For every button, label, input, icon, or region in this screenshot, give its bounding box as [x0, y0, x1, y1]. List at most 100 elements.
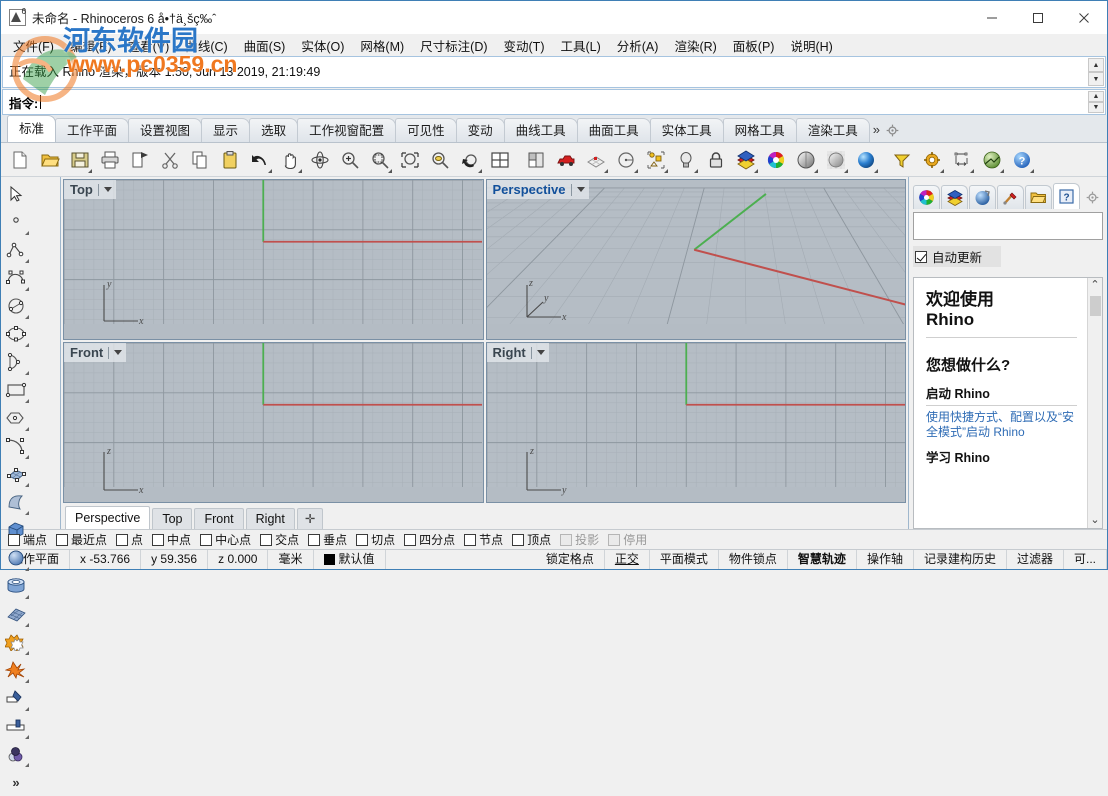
circle-icon[interactable] [1, 292, 31, 320]
checkbox-box[interactable] [260, 533, 273, 546]
open-folder-icon[interactable] [35, 145, 65, 175]
scroll-down-icon[interactable]: ▼ [1088, 102, 1104, 113]
status-toggle-smarttrack[interactable]: 智慧轨迹 [788, 550, 857, 569]
color-wheel-icon[interactable] [761, 145, 791, 175]
explode-icon[interactable] [1, 656, 31, 684]
free-form-curve-icon[interactable] [1, 432, 31, 460]
menu-solid[interactable]: 实体(O) [293, 33, 352, 58]
scroll-up-icon[interactable]: ▲ [1088, 91, 1104, 102]
tab-visibility[interactable]: 可见性 [395, 118, 457, 142]
zoom-window-icon[interactable] [365, 145, 395, 175]
status-toggle-filter[interactable]: 过滤器 [1007, 550, 1064, 569]
osnap-knot[interactable]: 节点 [461, 531, 506, 548]
osnap-perp[interactable]: 垂点 [305, 531, 350, 548]
curve-interpolate-icon[interactable] [1, 264, 31, 292]
car-render-icon[interactable] [551, 145, 581, 175]
checkbox-box[interactable] [608, 533, 621, 546]
ellipse-icon[interactable] [1, 320, 31, 348]
panel-tab-paintbrush-icon[interactable] [997, 185, 1024, 209]
zoom-extents-icon[interactable] [395, 145, 425, 175]
scroll-up-icon[interactable]: ▲ [1088, 58, 1104, 72]
render-material-icon[interactable] [1, 740, 31, 768]
scroll-down-icon[interactable]: ⌄ [1090, 513, 1099, 528]
panel-tab-layers-icon[interactable] [941, 185, 968, 209]
help-search-input[interactable] [913, 212, 1103, 240]
extrude-surface-icon[interactable] [1, 488, 31, 516]
circle-tool-icon[interactable] [611, 145, 641, 175]
viewport-tab-perspective[interactable]: Perspective [65, 506, 151, 529]
checkbox-box[interactable] [404, 533, 417, 546]
osnap-near[interactable]: 最近点 [53, 531, 110, 548]
menu-render[interactable]: 渲染(R) [666, 33, 724, 58]
arc-icon[interactable] [1, 348, 31, 376]
zoom-previous-icon[interactable] [455, 145, 485, 175]
osnap-project[interactable]: 投影 [557, 531, 602, 548]
command-line-scrollbar[interactable]: ▲ ▼ [1088, 91, 1104, 113]
panel-tab-material-sphere-icon[interactable] [969, 185, 996, 209]
rotate-view-icon[interactable] [305, 145, 335, 175]
viewport-front[interactable]: Front z x [63, 342, 484, 503]
tab-curve-tools[interactable]: 曲线工具 [503, 118, 578, 142]
minimize-button[interactable] [969, 1, 1015, 34]
auto-update-checkbox[interactable]: 自动更新 [913, 246, 1001, 267]
paste-icon[interactable] [215, 145, 245, 175]
copy-icon[interactable] [185, 145, 215, 175]
scroll-up-icon[interactable]: ⌃ [1090, 278, 1099, 293]
add-viewport-button[interactable]: ✛ [296, 508, 324, 529]
status-toggle-record-history[interactable]: 记录建构历史 [914, 550, 1007, 569]
scrollbar-thumb[interactable] [1089, 296, 1101, 316]
checkbox-box[interactable] [200, 533, 213, 546]
checkbox-box[interactable] [308, 533, 321, 546]
chevron-down-icon[interactable] [114, 350, 123, 355]
boolean-union-icon[interactable] [1, 628, 31, 656]
chevron-down-icon[interactable] [103, 187, 112, 192]
viewport-perspective[interactable]: Perspective z y x [485, 179, 906, 340]
ghosted-view-icon[interactable] [821, 145, 851, 175]
polyline-icon[interactable] [1, 236, 31, 264]
copy-to-clipboard-icon[interactable] [125, 145, 155, 175]
checkbox-box[interactable] [560, 533, 573, 546]
help-scrollbar[interactable]: ⌃ ⌄ [1087, 278, 1102, 528]
viewport-right[interactable]: Right z y [485, 342, 906, 503]
osnap-quad[interactable]: 四分点 [401, 531, 458, 548]
light-bulb-icon[interactable] [671, 145, 701, 175]
zoom-selected-icon[interactable] [425, 145, 455, 175]
checkbox-box[interactable] [915, 250, 927, 263]
rendered-view-icon[interactable] [851, 145, 881, 175]
viewport-tab-right[interactable]: Right [245, 508, 295, 529]
status-toggle-more[interactable]: 可... [1064, 550, 1107, 569]
osnap-disable[interactable]: 停用 [605, 531, 650, 548]
viewport-label-front[interactable]: Front [64, 343, 127, 362]
status-toggle-gridsnap[interactable]: 锁定格点 [536, 550, 605, 569]
menu-transform[interactable]: 变动(T) [496, 33, 553, 58]
split-icon[interactable] [1, 712, 31, 740]
dimension-icon[interactable] [947, 145, 977, 175]
panel-settings-gear-icon[interactable] [1081, 185, 1103, 209]
four-view-icon[interactable] [485, 145, 515, 175]
osnap-mid[interactable]: 中点 [149, 531, 194, 548]
menu-dimension[interactable]: 尺寸标注(D) [412, 33, 495, 58]
tab-surface-tools[interactable]: 曲面工具 [576, 118, 651, 142]
close-button[interactable] [1061, 1, 1107, 34]
checkbox-box[interactable] [356, 533, 369, 546]
cylinder-icon[interactable] [1, 572, 31, 600]
panel-tab-color-wheel-icon[interactable] [913, 185, 940, 209]
rectangle-icon[interactable] [1, 376, 31, 404]
viewport-label-perspective[interactable]: Perspective [486, 180, 589, 199]
menu-view[interactable]: 查看(V) [120, 33, 178, 58]
status-units[interactable]: 毫米 [268, 550, 314, 569]
menu-help[interactable]: 说明(H) [782, 33, 840, 58]
grid-snap-icon[interactable] [581, 145, 611, 175]
pan-icon[interactable] [275, 145, 305, 175]
panel-tab-folder-icon[interactable] [1025, 185, 1052, 209]
scroll-down-icon[interactable]: ▼ [1088, 72, 1104, 86]
chevron-down-icon[interactable] [536, 350, 545, 355]
menu-surface[interactable]: 曲面(S) [236, 33, 294, 58]
checkbox-box[interactable] [464, 533, 477, 546]
checkbox-box[interactable] [152, 533, 165, 546]
tab-mesh-tools[interactable]: 网格工具 [722, 118, 797, 142]
tab-select[interactable]: 选取 [249, 118, 299, 142]
checkbox-box[interactable] [56, 533, 69, 546]
viewport-tab-front[interactable]: Front [194, 508, 244, 529]
select-arrow-icon[interactable] [1, 180, 31, 208]
